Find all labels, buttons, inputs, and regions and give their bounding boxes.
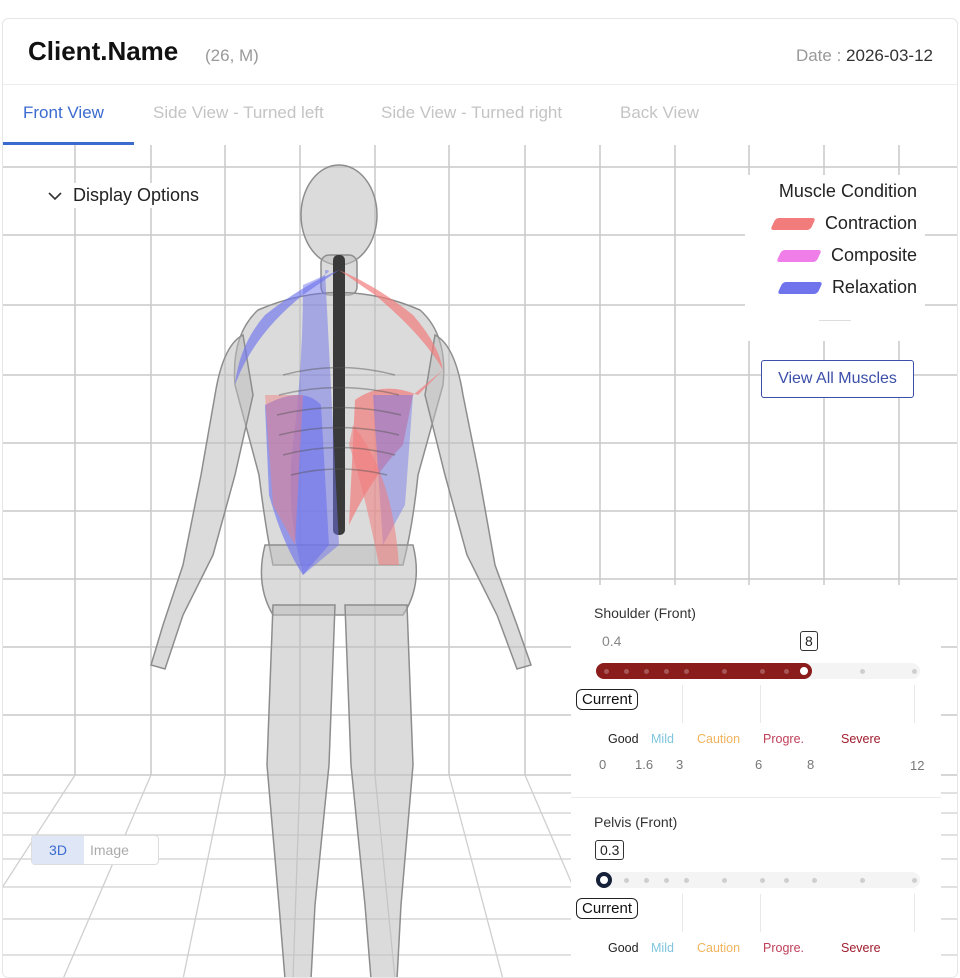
client-report-card: Client.Name (26, M) Date : 2026-03-12 Fr…	[2, 18, 958, 978]
legend-item-composite: Composite	[753, 245, 917, 266]
band-divider	[914, 894, 915, 932]
band-divider	[914, 685, 915, 723]
track-dot	[912, 669, 917, 674]
track-dot	[860, 669, 865, 674]
track-dot	[722, 669, 727, 674]
band-progressive: Progre.	[763, 941, 804, 955]
band-divider	[760, 894, 761, 932]
track-dot	[760, 878, 765, 883]
severity-track[interactable]	[596, 663, 920, 679]
chevron-down-icon	[48, 191, 62, 200]
display-options-toggle[interactable]: Display Options	[43, 183, 204, 208]
view-tabs: Front View Side View - Turned left Side …	[3, 85, 957, 145]
metric-title: Shoulder (Front)	[594, 605, 696, 621]
track-dot	[684, 669, 689, 674]
band-severe: Severe	[841, 732, 881, 746]
metric-pelvis-front: Pelvis (Front) 0.3 Current Good Mild Cau…	[571, 794, 941, 977]
band-divider	[760, 685, 761, 723]
metric-title: Pelvis (Front)	[594, 814, 678, 830]
tab-front-view[interactable]: Front View	[23, 103, 104, 123]
scale-tick: 3	[676, 757, 684, 772]
legend-item-relaxation: Relaxation	[753, 277, 917, 298]
date-value: 2026-03-12	[846, 46, 933, 65]
track-dot	[784, 669, 789, 674]
slider-knob[interactable]	[798, 665, 810, 677]
band-good: Good	[608, 732, 639, 746]
report-header: Client.Name (26, M) Date : 2026-03-12	[3, 19, 957, 85]
tab-side-view-right[interactable]: Side View - Turned right	[381, 103, 562, 123]
client-name: Client.Name	[28, 36, 179, 66]
track-dot	[644, 878, 649, 883]
toggle-image-option[interactable]: Image	[90, 836, 129, 864]
view-all-muscles-button[interactable]: View All Muscles	[761, 360, 914, 398]
track-dot	[860, 878, 865, 883]
band-caution: Caution	[697, 732, 741, 746]
composite-swatch	[776, 249, 822, 262]
tab-back-view[interactable]: Back View	[620, 103, 699, 123]
track-dot	[684, 878, 689, 883]
band-mild: Mild	[651, 941, 674, 955]
contraction-swatch	[770, 217, 816, 230]
legend-label: Relaxation	[831, 277, 917, 297]
track-dot	[664, 669, 669, 674]
band-good: Good	[608, 941, 639, 955]
legend-item-contraction: Contraction	[753, 213, 917, 234]
scale-tick: 0	[599, 757, 607, 772]
severity-track[interactable]	[596, 872, 920, 888]
band-divider	[682, 685, 683, 723]
track-dot	[912, 878, 917, 883]
posture-metrics-panel: Shoulder (Front) 0.4 8 Current Good Mild…	[571, 585, 941, 977]
toggle-3d-option[interactable]: 3D	[32, 836, 84, 864]
relaxation-swatch	[777, 281, 823, 294]
track-dot	[604, 669, 609, 674]
tab-side-view-left[interactable]: Side View - Turned left	[153, 103, 324, 123]
current-marker-label: Current	[576, 898, 639, 919]
severity-fill	[596, 663, 812, 679]
slider-knob[interactable]	[598, 874, 610, 886]
metric-shoulder-front: Shoulder (Front) 0.4 8 Current Good Mild…	[571, 585, 941, 794]
band-severe: Severe	[841, 941, 881, 955]
track-dot	[624, 669, 629, 674]
band-caution: Caution	[697, 941, 741, 955]
baseline-value: 0.4	[602, 633, 622, 649]
date-label: Date :	[795, 46, 842, 65]
track-dot	[644, 669, 649, 674]
muscle-condition-legend: Muscle Condition Contraction Composite R…	[745, 175, 925, 341]
current-marker-label: Current	[576, 689, 639, 710]
track-dot	[722, 878, 727, 883]
scale-tick: 12	[910, 758, 925, 773]
track-dot	[624, 878, 629, 883]
track-dot	[784, 878, 789, 883]
legend-divider	[819, 320, 851, 321]
scale-tick: 8	[807, 757, 815, 772]
report-date: Date : 2026-03-12	[796, 46, 933, 66]
track-dot	[760, 669, 765, 674]
track-dot	[812, 878, 817, 883]
band-mild: Mild	[651, 732, 674, 746]
scale-tick: 6	[755, 757, 763, 772]
band-divider	[682, 894, 683, 932]
3d-body-viewport[interactable]: Display Options Muscle Condition Contrac…	[3, 145, 957, 977]
current-value-badge: 8	[800, 631, 818, 651]
legend-title: Muscle Condition	[778, 181, 917, 201]
scale-tick: 1.6	[635, 757, 654, 772]
band-progressive: Progre.	[763, 732, 804, 746]
client-age-sex: (26, M)	[205, 46, 259, 65]
legend-label: Composite	[830, 245, 917, 265]
display-options-label: Display Options	[73, 185, 200, 205]
legend-label: Contraction	[824, 213, 917, 233]
track-dot	[664, 878, 669, 883]
current-value-badge: 0.3	[595, 840, 625, 860]
view-mode-toggle: 3D Image	[31, 835, 159, 865]
